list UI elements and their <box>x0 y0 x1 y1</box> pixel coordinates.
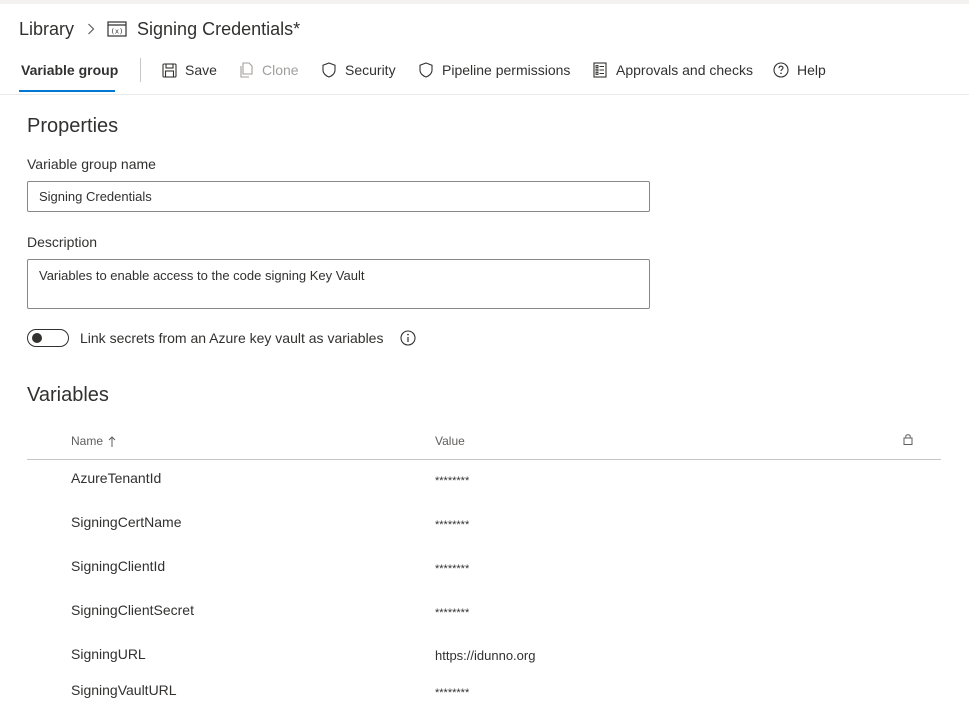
svg-text:(x): (x) <box>111 28 124 36</box>
table-row[interactable]: SigningURL https://idunno.org <box>27 636 941 680</box>
security-button[interactable]: Security <box>321 60 396 80</box>
variable-group-name-input[interactable] <box>27 181 650 212</box>
variable-name: SigningCertName <box>71 514 182 530</box>
shield-icon <box>418 62 434 78</box>
info-icon[interactable] <box>400 330 417 346</box>
variable-group-name-label: Variable group name <box>27 156 156 172</box>
table-row[interactable]: AzureTenantId ******** <box>27 460 941 504</box>
toggle-knob <box>32 333 42 343</box>
column-header-value[interactable]: Value <box>435 434 465 448</box>
clone-button[interactable]: Clone <box>238 60 299 80</box>
toolbar: Variable group Save Clone Security Pipel… <box>0 50 969 95</box>
variable-value: ******** <box>435 687 470 699</box>
save-button[interactable]: Save <box>161 60 217 80</box>
variables-table: Name Value AzureTenantId ******** Signin… <box>27 424 941 716</box>
save-label: Save <box>185 62 217 78</box>
properties-heading: Properties <box>27 115 119 137</box>
page-title: Signing Credentials* <box>137 18 301 39</box>
link-secrets-row: Link secrets from an Azure key vault as … <box>27 328 417 348</box>
table-row[interactable]: SigningCertName ******** <box>27 504 941 548</box>
help-label: Help <box>797 62 826 78</box>
variable-value: https://idunno.org <box>435 648 536 663</box>
pipeline-permissions-label: Pipeline permissions <box>442 62 571 78</box>
chevron-right-icon <box>84 22 98 36</box>
variable-name: AzureTenantId <box>71 470 162 486</box>
toolbar-divider <box>140 58 141 82</box>
sort-ascending-icon <box>108 435 116 447</box>
tab-variable-group[interactable]: Variable group <box>21 62 118 78</box>
description-input[interactable]: Variables to enable access to the code s… <box>27 259 650 309</box>
variable-value: ******** <box>435 475 470 487</box>
link-secrets-toggle[interactable] <box>27 329 69 347</box>
table-row[interactable]: SigningClientId ******** <box>27 548 941 592</box>
variable-value: ******** <box>435 519 470 531</box>
approvals-and-checks-button[interactable]: Approvals and checks <box>592 60 753 80</box>
pipeline-permissions-button[interactable]: Pipeline permissions <box>418 60 570 80</box>
help-button[interactable]: Help <box>773 60 826 80</box>
shield-icon <box>321 62 337 78</box>
table-row[interactable]: SigningClientSecret ******** <box>27 592 941 636</box>
breadcrumb-library-link[interactable]: Library <box>19 19 74 40</box>
checklist-icon <box>592 62 608 78</box>
lock-icon <box>901 432 915 446</box>
clone-icon <box>238 62 254 78</box>
variable-name: SigningURL <box>71 646 146 662</box>
variable-value: ******** <box>435 607 470 619</box>
breadcrumb: Library (x) Signing Credentials* <box>19 16 300 42</box>
link-secrets-label: Link secrets from an Azure key vault as … <box>80 330 384 346</box>
help-icon <box>773 62 789 78</box>
variable-value: ******** <box>435 563 470 575</box>
variable-name: SigningClientId <box>71 558 166 574</box>
top-edge <box>0 0 969 4</box>
column-header-name[interactable]: Name <box>71 434 116 448</box>
security-label: Security <box>345 62 396 78</box>
table-header: Name Value <box>27 424 941 460</box>
variable-name: SigningClientSecret <box>71 602 194 618</box>
column-header-name-label: Name <box>71 434 104 448</box>
tab-active-indicator <box>19 90 115 92</box>
save-icon <box>161 62 177 78</box>
variables-heading: Variables <box>27 384 109 406</box>
table-row[interactable]: SigningVaultURL ******** <box>27 680 941 716</box>
variable-group-icon: (x) <box>107 21 127 37</box>
description-label: Description <box>27 234 98 250</box>
approvals-label: Approvals and checks <box>616 62 753 78</box>
clone-label: Clone <box>262 62 299 78</box>
variable-name: SigningVaultURL <box>71 682 177 698</box>
